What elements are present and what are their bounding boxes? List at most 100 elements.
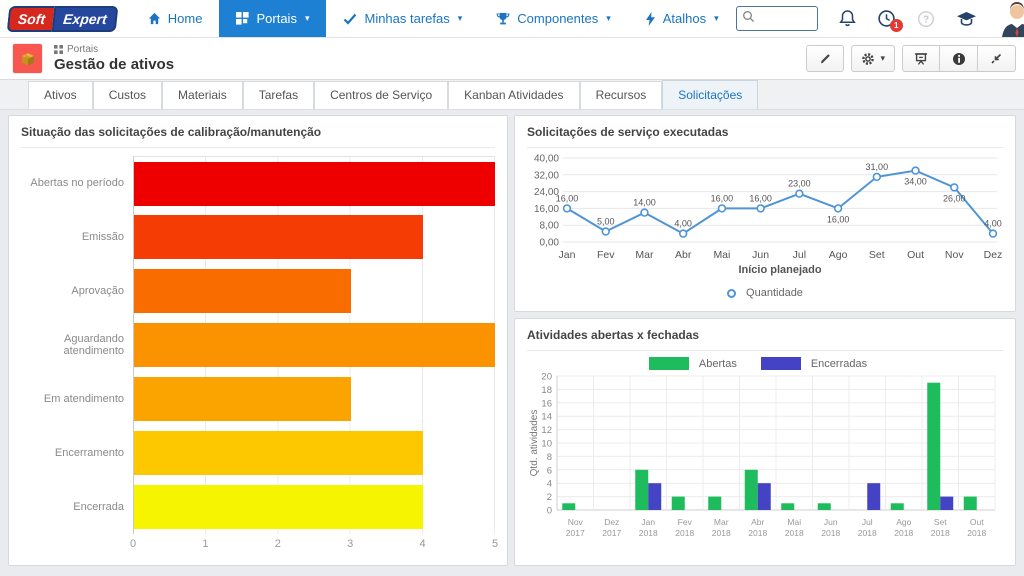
nav-item-componentes[interactable]: Componentes▾	[479, 0, 627, 37]
activities-grouped-chart: 02468101214161820Nov2017Dez2017Jan2018Fe…	[527, 370, 1003, 555]
help-icon[interactable]: ?	[917, 10, 935, 28]
hbar-row: Encerrada	[21, 480, 495, 534]
nav-item-label: Atalhos	[663, 11, 706, 26]
hbar-row: Abertas no período	[21, 156, 495, 210]
legend-label[interactable]: Abertas	[699, 358, 737, 370]
search-box[interactable]	[736, 6, 818, 31]
hbar-row: Em atendimento	[21, 372, 495, 426]
presentation-mode-button[interactable]	[902, 45, 940, 72]
x-tick-month: Out	[970, 517, 984, 527]
x-tick-year: 2017	[602, 528, 621, 538]
tab-centros-de-serviço[interactable]: Centros de Serviço	[314, 81, 448, 109]
y-tick-label: 0,00	[540, 238, 560, 249]
y-tick-label: 40,00	[534, 154, 559, 165]
tab-materiais[interactable]: Materiais	[162, 81, 243, 109]
grouped-bar	[940, 497, 953, 510]
nav-item-home[interactable]: Home	[131, 0, 220, 37]
x-tick-label: 3	[347, 538, 353, 550]
grouped-bar	[708, 497, 721, 510]
data-point	[912, 167, 919, 174]
tab-custos[interactable]: Custos	[93, 81, 162, 109]
x-tick-label: 0	[130, 538, 136, 550]
settings-gear-button[interactable]: ▾	[851, 45, 895, 72]
x-tick-month: Nov	[568, 517, 584, 527]
collapse-button[interactable]	[978, 45, 1016, 72]
nav-item-label: Home	[168, 11, 203, 26]
hbar-bar	[134, 162, 495, 206]
x-tick-month: Jan	[641, 517, 655, 527]
x-tick-month: Mar	[714, 517, 729, 527]
point-label: 5,00	[597, 217, 615, 227]
data-point	[680, 230, 687, 237]
hbar-category-label: Aguardando atendimento	[21, 333, 133, 357]
x-tick-year: 2018	[748, 528, 767, 538]
y-tick-label: 20	[541, 372, 552, 383]
nav-item-atalhos[interactable]: Atalhos ▾	[628, 0, 736, 37]
info-button[interactable]	[940, 45, 978, 72]
dashboard-content: Situação das solicitações de calibração/…	[0, 110, 1024, 566]
data-point	[990, 230, 997, 237]
grouped-bar	[672, 497, 685, 510]
x-tick-label: 4	[420, 538, 426, 550]
x-tick-month: Dez	[604, 517, 619, 527]
page-title: Gestão de ativos	[54, 56, 174, 73]
tab-tarefas[interactable]: Tarefas	[243, 81, 314, 109]
x-tick-year: 2018	[675, 528, 694, 538]
data-point	[796, 190, 803, 197]
pending-tasks-clock-icon[interactable]: 1	[877, 9, 896, 28]
y-tick-label: 16,00	[534, 204, 559, 215]
notifications-bell-icon[interactable]	[839, 9, 856, 28]
status-hbar-chart: Abertas no períodoEmissãoAprovaçãoAguard…	[21, 156, 495, 554]
executed-line-chart: 40,0032,0024,0016,008,000,0016,00Jan5,00…	[527, 148, 1003, 287]
training-graduation-cap-icon[interactable]	[956, 10, 977, 27]
y-tick-label: 0	[547, 506, 552, 517]
y-tick-label: 2	[547, 492, 552, 503]
portal-tabs: AtivosCustosMateriaisTarefasCentros de S…	[0, 80, 1024, 110]
tab-solicitações[interactable]: Solicitações	[662, 80, 758, 109]
point-label: 4,00	[984, 219, 1002, 229]
x-tick-label: Set	[869, 249, 885, 261]
hbar-category-label: Encerramento	[21, 447, 133, 459]
grouped-chart-title: Atividades abertas x fechadas	[527, 328, 1003, 351]
x-tick-year: 2018	[858, 528, 877, 538]
tab-kanban-atividades[interactable]: Kanban Atividades	[448, 81, 579, 109]
y-tick-label: 32,00	[534, 170, 559, 181]
breadcrumb-label: Portais	[67, 44, 98, 55]
legend-label[interactable]: Quantidade	[746, 287, 803, 299]
x-tick-month: Jul	[862, 517, 873, 527]
logo-soft: Soft	[7, 6, 55, 32]
hbar-plot	[133, 156, 495, 210]
tab-recursos[interactable]: Recursos	[580, 81, 663, 109]
breadcrumb[interactable]: Portais	[54, 44, 174, 55]
hbar-category-label: Emissão	[21, 231, 133, 243]
grouped-bar	[891, 503, 904, 510]
panel-line-chart: Solicitações de serviço executadas 40,00…	[514, 115, 1016, 312]
y-tick-label: 12	[541, 425, 552, 436]
tab-ativos[interactable]: Ativos	[28, 81, 93, 109]
user-avatar[interactable]	[1000, 1, 1024, 37]
nav-item-label: Portais	[256, 11, 296, 26]
grouped-bar	[867, 483, 880, 510]
y-tick-label: 8,00	[540, 221, 560, 232]
point-label: 34,00	[904, 177, 927, 187]
legend-swatch	[761, 357, 801, 370]
point-label: 4,00	[674, 219, 692, 229]
edit-pencil-button[interactable]	[806, 45, 844, 72]
data-point	[719, 205, 726, 212]
y-tick-label: 8	[547, 452, 552, 463]
hbar-category-label: Em atendimento	[21, 393, 133, 405]
nav-item-minhas-tarefas[interactable]: Minhas tarefas▾	[326, 0, 479, 37]
nav-item-portais[interactable]: Portais▾	[219, 0, 326, 37]
x-tick-label: Jun	[752, 249, 769, 261]
chevron-down-icon: ▾	[458, 13, 463, 24]
grouped-bar	[964, 497, 977, 510]
logo-expert: Expert	[52, 6, 118, 32]
softexpert-logo[interactable]: Soft Expert	[7, 6, 119, 32]
y-tick-label: 18	[541, 385, 552, 396]
status-chart-title: Situação das solicitações de calibração/…	[21, 125, 495, 148]
chevron-down-icon: ▾	[714, 13, 719, 24]
y-axis-title: Qtd. atividades	[529, 410, 540, 477]
check-icon	[343, 13, 357, 25]
search-input[interactable]	[755, 12, 813, 26]
legend-label[interactable]: Encerradas	[811, 358, 867, 370]
